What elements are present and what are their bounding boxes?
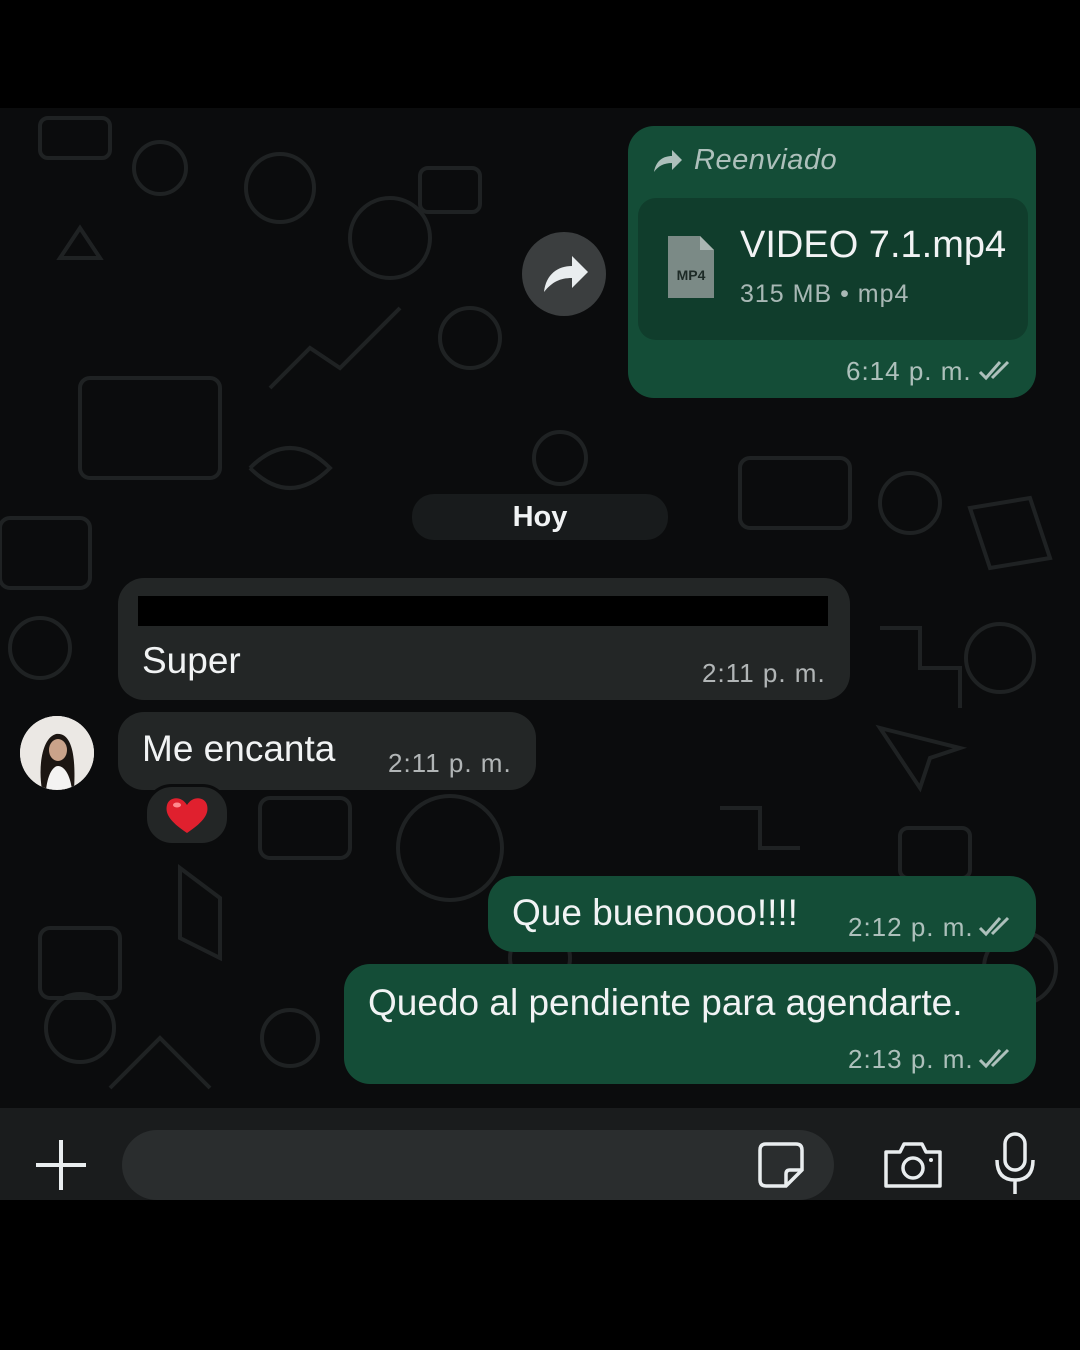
incoming-message[interactable]: Me encanta 2:11 p. m.	[118, 712, 536, 790]
message-text: Que buenoooo!!!!	[512, 892, 798, 933]
date-separator: Hoy	[412, 494, 668, 540]
file-attachment[interactable]: MP4 VIDEO 7.1.mp4 315 MB • mp4	[638, 198, 1028, 340]
sticker-icon[interactable]	[756, 1140, 806, 1190]
forward-share-button[interactable]	[522, 232, 606, 316]
message-reaction[interactable]	[144, 784, 230, 846]
redacted-reply-preview	[138, 596, 828, 626]
double-check-icon	[978, 360, 1010, 381]
mp4-file-icon: MP4	[668, 236, 714, 298]
file-type-badge: MP4	[677, 267, 706, 283]
heart-reaction-icon	[166, 798, 208, 833]
file-name: VIDEO 7.1.mp4	[740, 224, 1007, 266]
forward-arrow-icon	[654, 150, 682, 172]
incoming-message[interactable]: Super 2:11 p. m.	[118, 578, 850, 700]
forwarded-label: Reenviado	[694, 144, 838, 176]
message-text: Super	[142, 640, 241, 681]
outgoing-message[interactable]: Quedo al pendiente para agendarte. 2:13 …	[344, 964, 1036, 1084]
chat-area[interactable]: Reenviado MP4 VIDEO 7.1.mp4 315 MB • mp4…	[0, 108, 1080, 1108]
file-meta: 315 MB • mp4	[740, 280, 910, 308]
message-time: 6:14 p. m.	[846, 356, 972, 386]
message-input-bar	[0, 1108, 1080, 1200]
message-time: 2:12 p. m.	[848, 912, 974, 942]
microphone-icon[interactable]	[994, 1132, 1036, 1196]
message-time: 2:11 p. m.	[702, 658, 826, 688]
profile-photo-icon	[20, 716, 94, 790]
message-text: Quedo al pendiente para agendarte.	[368, 982, 963, 1023]
message-input[interactable]	[122, 1130, 834, 1200]
message-text: Me encanta	[142, 728, 336, 769]
forwarded-file-bubble[interactable]: Reenviado MP4 VIDEO 7.1.mp4 315 MB • mp4…	[628, 126, 1036, 398]
outgoing-message[interactable]: Que buenoooo!!!! 2:12 p. m.	[488, 876, 1036, 952]
contact-avatar[interactable]	[20, 716, 94, 790]
plus-icon[interactable]	[34, 1138, 88, 1192]
message-time: 2:13 p. m.	[848, 1044, 974, 1074]
camera-icon[interactable]	[882, 1140, 944, 1190]
message-time: 2:11 p. m.	[388, 748, 512, 778]
share-icon	[544, 256, 588, 292]
double-check-icon	[978, 916, 1010, 937]
double-check-icon	[978, 1048, 1010, 1069]
